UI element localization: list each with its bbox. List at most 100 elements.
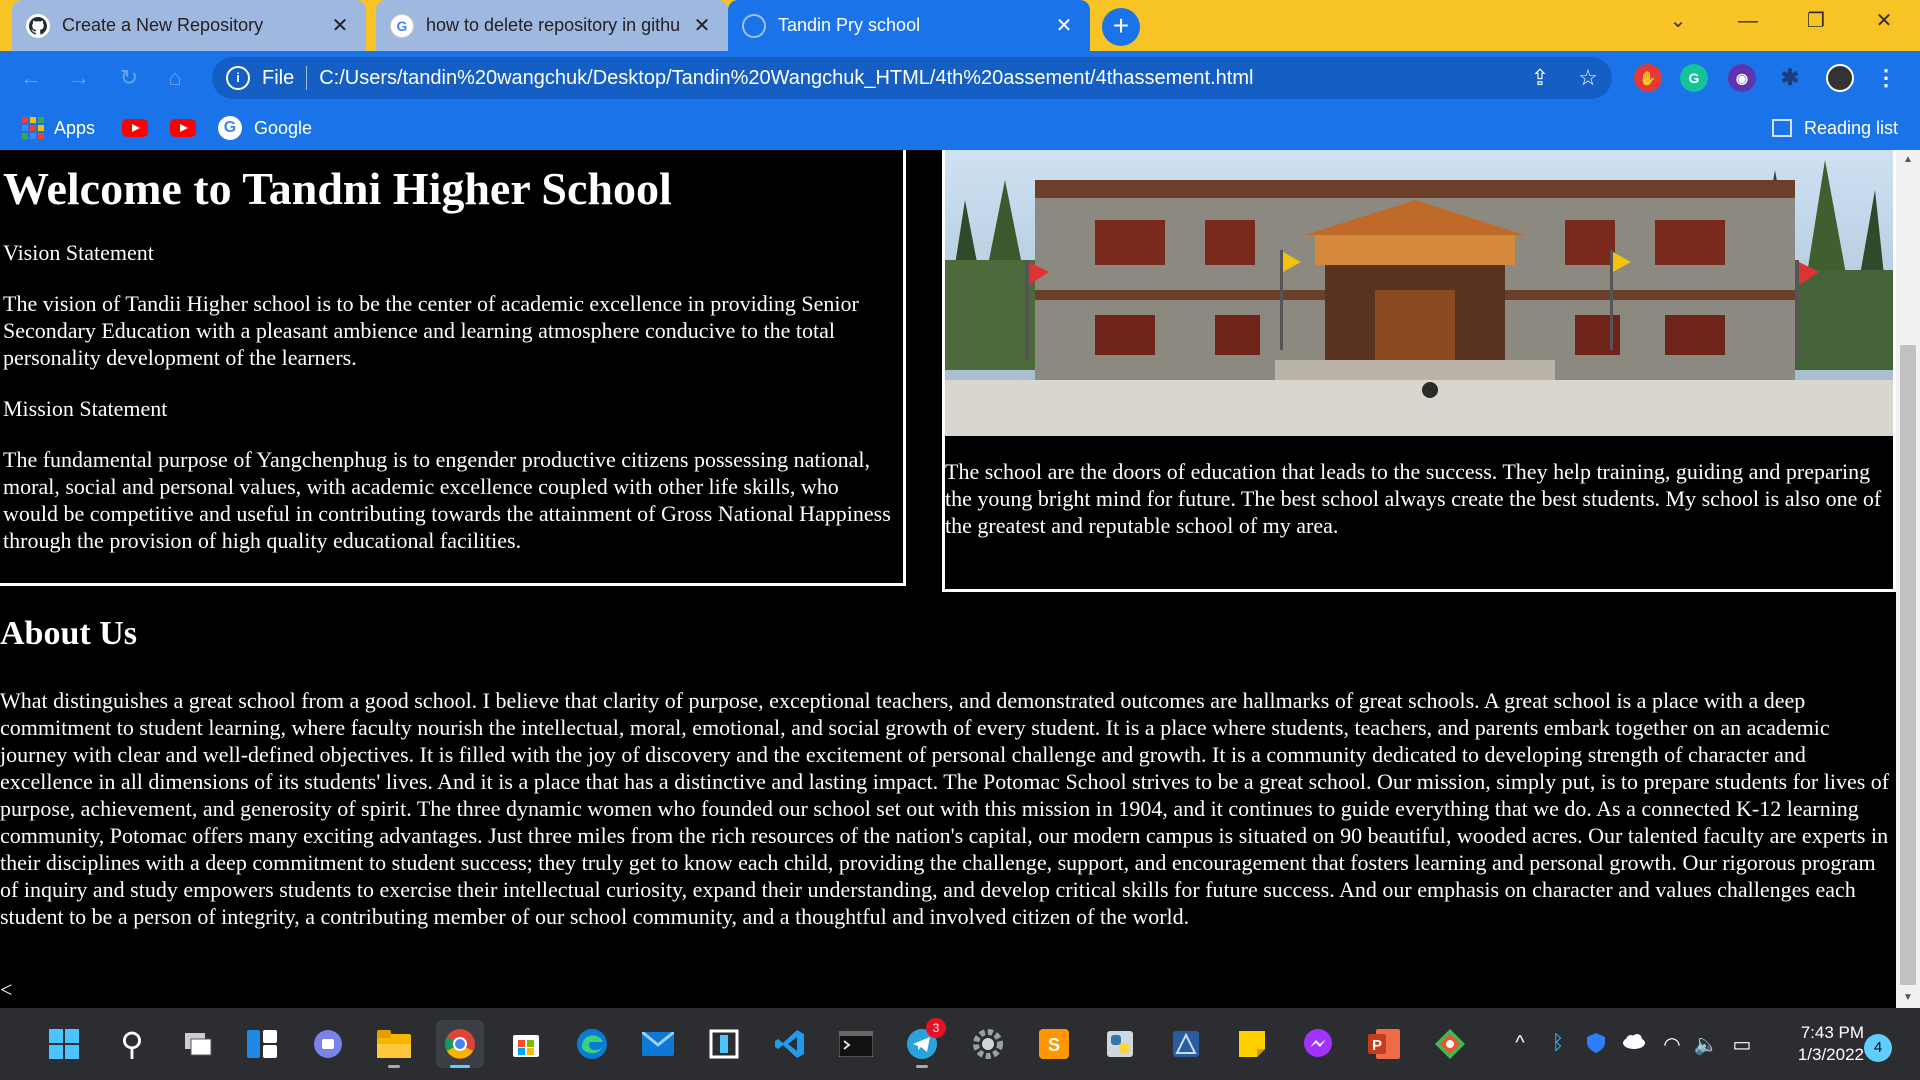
address-bar[interactable]: i File C:/Users/tandin%20wangchuk/Deskto…	[212, 57, 1612, 99]
stray-character: <	[0, 977, 13, 1002]
intro-box: Welcome to Tandni Higher School Vision S…	[0, 150, 906, 586]
chrome-icon[interactable]	[436, 1020, 484, 1068]
url-separator	[306, 66, 308, 90]
youtube-icon	[170, 119, 196, 137]
vision-label: Vision Statement	[3, 240, 154, 265]
cloud-icon[interactable]	[1620, 1032, 1648, 1055]
sticky-notes-icon[interactable]	[1228, 1020, 1276, 1068]
snipping-app-icon[interactable]	[700, 1020, 748, 1068]
bookmark-youtube-1[interactable]	[122, 106, 148, 150]
scroll-down-arrow[interactable]: ▼	[1896, 992, 1920, 1003]
bookmark-apps[interactable]: Apps	[22, 106, 95, 150]
reading-list-button[interactable]: Reading list	[1772, 106, 1898, 150]
telegram-icon[interactable]: 3	[898, 1018, 946, 1068]
sublime-text-icon[interactable]: S	[1030, 1020, 1078, 1068]
tab-strip: Create a New Repository ✕ G how to delet…	[0, 0, 1920, 51]
mission-text: The fundamental purpose of Yangchenphug …	[3, 447, 891, 553]
tab-create-repository[interactable]: Create a New Repository ✕	[12, 0, 366, 51]
edge-icon[interactable]	[568, 1020, 616, 1068]
scroll-up-arrow[interactable]: ▲	[1896, 154, 1920, 165]
apps-grid-icon	[22, 117, 44, 139]
start-button[interactable]	[40, 1020, 88, 1068]
grammarly-extension-icon[interactable]: G	[1680, 64, 1708, 92]
search-icon[interactable]: ⚲	[108, 1020, 156, 1068]
file-explorer-icon[interactable]	[370, 1020, 418, 1068]
wifi-icon[interactable]: ◠	[1658, 1032, 1686, 1057]
bookmarks-bar: Apps G Google Reading list	[0, 106, 1920, 150]
terminal-icon[interactable]	[832, 1020, 880, 1068]
tab-title: how to delete repository in githu	[426, 15, 681, 35]
minimize-button[interactable]: —	[1720, 0, 1776, 42]
menu-kebab-icon[interactable]: ⋮	[1872, 64, 1900, 92]
battery-icon[interactable]: ▭	[1728, 1032, 1756, 1057]
new-tab-button[interactable]: +	[1102, 8, 1140, 46]
notification-count-badge[interactable]: 4	[1864, 1034, 1892, 1062]
vision-text: The vision of Tandii Higher school is to…	[3, 291, 859, 370]
settings-gear-icon[interactable]	[964, 1020, 1012, 1068]
draw-tool-icon[interactable]	[1162, 1020, 1210, 1068]
url-text[interactable]: C:/Users/tandin%20wangchuk/Desktop/Tandi…	[319, 67, 1516, 90]
bluetooth-icon[interactable]: ᛒ	[1544, 1032, 1572, 1055]
forward-button[interactable]: →	[64, 63, 94, 93]
tab-title: Create a New Repository	[62, 15, 264, 35]
running-indicator	[450, 1065, 470, 1068]
github-icon	[26, 13, 50, 38]
microsoft-store-icon[interactable]	[502, 1020, 550, 1068]
tab-google-search[interactable]: G how to delete repository in githu ✕	[376, 0, 728, 51]
scroll-thumb[interactable]	[1900, 345, 1916, 985]
close-icon[interactable]: ✕	[328, 13, 352, 38]
widgets-icon[interactable]	[238, 1020, 286, 1068]
page-viewport: Welcome to Tandni Higher School Vision S…	[0, 150, 1896, 1008]
profile-avatar[interactable]	[1826, 64, 1854, 92]
bookmark-google[interactable]: G Google	[218, 106, 312, 150]
tab-search-icon[interactable]: ⌄	[1650, 0, 1706, 42]
page-scrollbar[interactable]: ▲ ▼	[1896, 150, 1920, 1008]
bookmark-label: Reading list	[1804, 117, 1899, 138]
powerpoint-icon[interactable]: P	[1360, 1020, 1408, 1068]
extension-icon[interactable]: ◉	[1728, 64, 1756, 92]
close-icon[interactable]: ✕	[690, 13, 714, 38]
school-description: The school are the doors of education th…	[945, 459, 1882, 538]
browser-toolbar: ← → ↻ ⌂ i File C:/Users/tandin%20wangchu…	[0, 51, 1920, 106]
system-clock[interactable]: 7:43 PM 1/3/2022	[1760, 1022, 1864, 1066]
info-icon[interactable]: i	[226, 66, 250, 90]
adblock-extension-icon[interactable]: ✋	[1634, 64, 1662, 92]
reload-button[interactable]: ↻	[114, 63, 144, 93]
running-indicator	[916, 1065, 928, 1068]
close-icon[interactable]: ✕	[1052, 13, 1076, 38]
bookmark-label: Apps	[54, 117, 96, 138]
vscode-icon[interactable]	[766, 1020, 814, 1068]
url-scheme: File	[262, 66, 295, 89]
bookmark-star-icon[interactable]: ☆	[1564, 65, 1612, 91]
windows-taskbar: ⚲ 3 S P ^ ᛒ ◠ 🔈 ▭ 7:43 PM 1/3/2022 4	[0, 1008, 1920, 1080]
google-icon: G	[390, 13, 414, 38]
python-icon[interactable]	[1096, 1020, 1144, 1068]
page-title: Welcome to Tandni Higher School	[3, 163, 672, 214]
extensions-puzzle-icon[interactable]: ✱	[1776, 64, 1804, 92]
school-box: The school are the doors of education th…	[942, 150, 1896, 592]
bookmark-youtube-2[interactable]	[170, 106, 196, 150]
task-view-icon[interactable]	[174, 1020, 222, 1068]
tray-overflow-icon[interactable]: ^	[1506, 1032, 1534, 1055]
security-shield-icon[interactable]	[1582, 1032, 1610, 1060]
messenger-icon[interactable]	[1294, 1020, 1342, 1068]
back-button[interactable]: ←	[16, 63, 46, 93]
teams-chat-icon[interactable]	[304, 1020, 352, 1068]
school-photo	[945, 150, 1893, 436]
bookmark-label: Google	[254, 117, 313, 138]
about-heading: About Us	[0, 615, 137, 652]
clock-time: 7:43 PM	[1800, 1023, 1864, 1042]
running-indicator	[388, 1065, 400, 1068]
home-button[interactable]: ⌂	[160, 63, 190, 93]
git-app-icon[interactable]	[1426, 1020, 1474, 1068]
mission-label: Mission Statement	[3, 396, 168, 421]
share-icon[interactable]: ⇪	[1516, 65, 1564, 91]
tab-title: Tandin Pry school	[778, 15, 921, 35]
volume-icon[interactable]: 🔈	[1692, 1032, 1720, 1057]
window-close-button[interactable]: ✕	[1856, 0, 1912, 42]
clock-date: 1/3/2022	[1797, 1045, 1864, 1064]
tab-tandin-pry-school[interactable]: Tandin Pry school ✕	[728, 0, 1090, 51]
mail-icon[interactable]	[634, 1020, 682, 1068]
restore-button[interactable]: ❐	[1788, 0, 1844, 42]
globe-icon	[742, 13, 766, 38]
